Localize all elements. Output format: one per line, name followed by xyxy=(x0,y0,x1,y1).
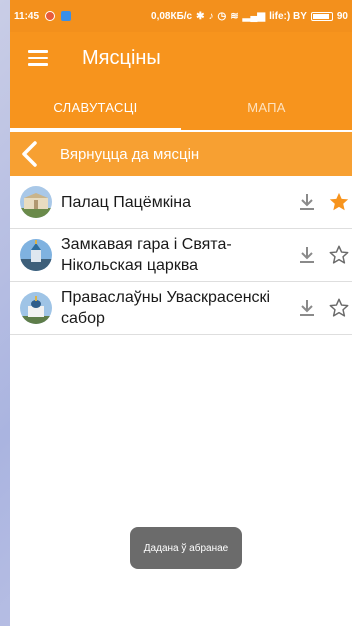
place-name: Праваслаўны Уваскрасенскі сабор xyxy=(61,289,271,327)
phone-screen: 11:45 0,08КБ/с ✱ ♪ ◷ ≋ ▂▄▆ life:) BY 90 … xyxy=(10,0,352,626)
back-label: Вярнуцца да мясцін xyxy=(60,145,200,163)
app-notification-icon xyxy=(61,11,72,21)
place-name: Замкавая гара і Свята-Нікольская царква xyxy=(61,236,232,274)
star-filled-icon[interactable] xyxy=(328,191,350,213)
mute-icon: ♪ xyxy=(208,10,214,22)
carrier-name: life:) BY xyxy=(269,10,307,22)
place-thumbnail xyxy=(20,292,52,324)
star-outline-icon[interactable] xyxy=(328,244,350,266)
tab-map[interactable]: МАПА xyxy=(181,84,352,130)
signal-icon: ▂▄▆ xyxy=(242,10,266,22)
hamburger-menu-icon[interactable] xyxy=(28,50,48,66)
app-title: Мясціны xyxy=(82,46,161,69)
wifi-icon: ≋ xyxy=(230,10,239,22)
places-list: Палац Пацёмкіна Замкавая гара і Свята-Ні… xyxy=(10,176,352,335)
download-icon[interactable] xyxy=(298,192,316,212)
battery-level: 90 xyxy=(336,10,348,22)
chevron-left-icon xyxy=(20,141,50,167)
battery-icon xyxy=(310,11,333,21)
back-to-places-button[interactable]: Вярнуцца да мясцін xyxy=(10,130,352,176)
list-item[interactable]: Палац Пацёмкіна xyxy=(10,176,352,229)
place-thumbnail xyxy=(20,186,52,218)
download-icon[interactable] xyxy=(298,298,316,318)
alarm-icon: ◷ xyxy=(217,10,227,22)
star-outline-icon[interactable] xyxy=(328,297,350,319)
network-speed: 0,08КБ/с xyxy=(151,10,193,22)
toast-message: Дадана ў абранае xyxy=(130,527,242,569)
tab-sights[interactable]: СЛАВУТАСЦІ xyxy=(10,84,181,130)
download-icon[interactable] xyxy=(298,245,316,265)
status-bar: 11:45 0,08КБ/с ✱ ♪ ◷ ≋ ▂▄▆ life:) BY 90 xyxy=(10,0,352,32)
list-item[interactable]: Замкавая гара і Свята-Нікольская царква xyxy=(10,229,352,282)
place-name: Палац Пацёмкіна xyxy=(61,193,191,211)
bluetooth-icon: ✱ xyxy=(196,10,205,22)
tab-bar: СЛАВУТАСЦІ МАПА xyxy=(10,84,352,130)
list-item[interactable]: Праваслаўны Уваскрасенскі сабор xyxy=(10,282,352,335)
status-time: 11:45 xyxy=(14,10,40,22)
notification-icon xyxy=(45,11,56,21)
app-bar: Мясціны xyxy=(10,32,352,84)
place-thumbnail xyxy=(20,239,52,271)
